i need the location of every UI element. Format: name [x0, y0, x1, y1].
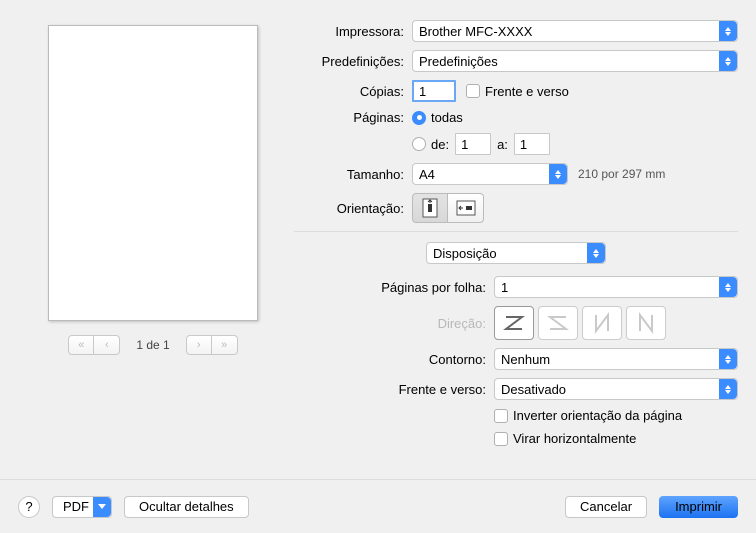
size-label: Tamanho: [294, 167, 404, 182]
print-preview [48, 25, 258, 321]
prev-page-button[interactable]: ‹ [94, 335, 120, 355]
paper-dimensions: 210 por 297 mm [578, 167, 665, 181]
direction-z-icon [502, 311, 526, 335]
layout-direction-2-button[interactable] [538, 306, 578, 340]
next-page-button[interactable]: › [186, 335, 212, 355]
orientation-portrait-button[interactable] [412, 193, 448, 223]
portrait-icon [422, 198, 438, 218]
chevron-updown-icon [719, 21, 737, 41]
pages-to-input[interactable] [514, 133, 550, 155]
copies-label: Cópias: [294, 84, 404, 99]
presets-select[interactable]: Predefinições [412, 50, 738, 72]
duplex-label: Frente e verso: [338, 382, 486, 397]
pages-per-sheet-select[interactable]: 1 [494, 276, 738, 298]
presets-label: Predefinições: [294, 54, 404, 69]
pages-to-label: a: [497, 137, 508, 152]
layout-direction-label: Direção: [338, 316, 486, 331]
orientation-label: Orientação: [294, 201, 404, 216]
chevron-updown-icon [719, 379, 737, 399]
chevron-updown-icon [587, 243, 605, 263]
flip-horizontal-checkbox[interactable] [494, 432, 508, 446]
pages-label: Páginas: [294, 110, 404, 125]
pages-all-radio[interactable] [412, 111, 426, 125]
page-indicator: 1 de 1 [136, 338, 169, 352]
pages-from-label: de: [431, 137, 449, 152]
pdf-dropdown[interactable]: PDF [52, 496, 112, 518]
chevron-updown-icon [719, 349, 737, 369]
chevron-updown-icon [719, 277, 737, 297]
pages-per-sheet-label: Páginas por folha: [338, 280, 486, 295]
border-select[interactable]: Nenhum [494, 348, 738, 370]
print-button[interactable]: Imprimir [659, 496, 738, 518]
section-select[interactable]: Disposição [426, 242, 606, 264]
pages-range-radio[interactable] [412, 137, 426, 151]
chevron-updown-icon [719, 51, 737, 71]
help-button[interactable]: ? [18, 496, 40, 518]
pages-from-input[interactable] [455, 133, 491, 155]
two-sided-label: Frente e verso [485, 84, 569, 99]
chevron-updown-icon [549, 164, 567, 184]
duplex-select[interactable]: Desativado [494, 378, 738, 400]
two-sided-checkbox[interactable] [466, 84, 480, 98]
reverse-orientation-label: Inverter orientação da página [513, 408, 682, 423]
help-icon: ? [25, 499, 32, 514]
direction-n2-icon [634, 311, 658, 335]
orientation-landscape-button[interactable] [448, 193, 484, 223]
preview-pager: « ‹ 1 de 1 › » [68, 335, 237, 355]
layout-direction-1-button[interactable] [494, 306, 534, 340]
flip-horizontal-label: Virar horizontalmente [513, 431, 636, 446]
cancel-button[interactable]: Cancelar [565, 496, 647, 518]
hide-details-button[interactable]: Ocultar detalhes [124, 496, 249, 518]
layout-direction-4-button[interactable] [626, 306, 666, 340]
border-label: Contorno: [338, 352, 486, 367]
copies-input[interactable] [412, 80, 456, 102]
direction-s-icon [546, 311, 570, 335]
printer-label: Impressora: [294, 24, 404, 39]
last-page-button[interactable]: » [212, 335, 238, 355]
first-page-button[interactable]: « [68, 335, 94, 355]
pages-all-label: todas [431, 110, 463, 125]
direction-n-icon [590, 311, 614, 335]
landscape-icon [456, 200, 476, 216]
printer-select[interactable]: Brother MFC-XXXX [412, 20, 738, 42]
layout-direction-3-button[interactable] [582, 306, 622, 340]
paper-size-select[interactable]: A4 [412, 163, 568, 185]
chevron-down-icon [93, 497, 111, 517]
reverse-orientation-checkbox[interactable] [494, 409, 508, 423]
